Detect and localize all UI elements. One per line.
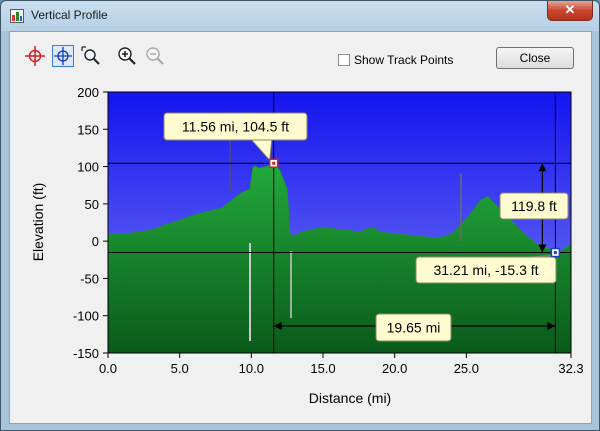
- callout-text: 31.21 mi, -15.3 ft: [433, 262, 538, 278]
- vertical-profile-window: Vertical Profile ✕ Show Track Points Clo…: [0, 0, 600, 431]
- window-close-button[interactable]: ✕: [547, 1, 593, 21]
- y-axis: 200 150 100 50 0 -50 -100 -150: [73, 85, 108, 361]
- callout-text: 11.56 mi, 104.5 ft: [182, 119, 289, 135]
- distance-delta-callout: 19.65 mi: [375, 313, 452, 342]
- y-tick-label: -100: [73, 309, 99, 324]
- y-tick-label: 150: [77, 122, 99, 137]
- elevation-chart[interactable]: 0.0 5.0 10.0 15.0 20.0 25.0 32.3 200 150 100 50 0 -…: [10, 63, 591, 423]
- app-icon: [10, 9, 24, 23]
- window-title: Vertical Profile: [31, 8, 108, 22]
- callout-text: 19.65 mi: [387, 320, 441, 336]
- x-tick-label: 32.3: [558, 361, 583, 376]
- marker-b-callout: 31.21 mi, -15.3 ft: [415, 255, 557, 284]
- title-bar[interactable]: Vertical Profile ✕: [1, 1, 599, 31]
- y-tick-label: -50: [80, 271, 99, 286]
- callout-text: 119.8 ft: [511, 198, 557, 214]
- x-tick-label: 5.0: [171, 361, 189, 376]
- elevation-delta-callout: 119.8 ft: [499, 192, 569, 220]
- marker-b-dot: [553, 251, 557, 255]
- x-tick-label: 20.0: [382, 361, 407, 376]
- y-tick-label: 200: [77, 85, 99, 100]
- x-tick-label: 10.0: [239, 361, 264, 376]
- x-tick-label: 15.0: [310, 361, 335, 376]
- close-icon: ✕: [564, 2, 576, 17]
- marker-a-dot: [272, 161, 276, 165]
- y-tick-label: 100: [77, 160, 99, 175]
- x-axis-label: Distance (mi): [309, 390, 391, 406]
- y-tick-label: 0: [92, 234, 99, 249]
- y-tick-label: -150: [73, 346, 99, 361]
- x-tick-label: 25.0: [454, 361, 479, 376]
- dialog-client-area: Show Track Points Close 0.0 5.0 10.0 15.…: [9, 31, 592, 424]
- x-tick-label: 0.0: [99, 361, 117, 376]
- x-axis: 0.0 5.0 10.0 15.0 20.0 25.0 32.3: [99, 353, 584, 376]
- y-axis-label: Elevation (ft): [30, 183, 46, 262]
- y-tick-label: 50: [85, 197, 99, 212]
